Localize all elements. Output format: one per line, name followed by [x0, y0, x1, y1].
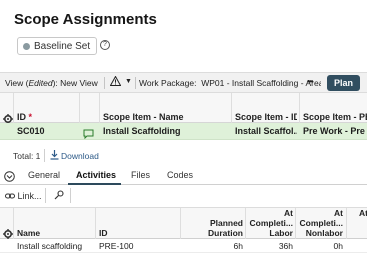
activities-toolbar: Link...	[0, 185, 367, 207]
cell-nonlabor: 0h	[333, 241, 343, 251]
work-package-selector[interactable]: Work Package: WP01 - Install Scaffolding…	[139, 78, 321, 88]
column-header-extra-line1[interactable]: At	[359, 208, 367, 218]
plan-button[interactable]: Plan	[327, 75, 360, 91]
column-header-id[interactable]: ID *	[17, 112, 32, 122]
column-header-nonlabor-line1[interactable]: At	[297, 208, 343, 218]
view-prefix: View (	[5, 78, 29, 88]
column-divider	[99, 93, 100, 123]
column-header-scope-item-pbs[interactable]: Scope Item - PBS	[303, 112, 367, 122]
footer-divider	[44, 149, 45, 162]
grid-toolbar: View (Edited): New View ▼ Work Package: …	[0, 72, 367, 93]
column-header-id-label: ID	[17, 112, 26, 122]
column-header-labor-line3[interactable]: Labor	[249, 228, 293, 238]
warning-icon[interactable]	[109, 75, 122, 89]
cell-activity-id: PRE-100	[99, 241, 134, 251]
column-divider	[231, 93, 232, 123]
cell-labor: 36h	[278, 241, 293, 251]
cell-scope-item-name: Install Scaffolding	[103, 126, 181, 136]
column-divider	[95, 208, 96, 239]
more-options-icon[interactable]: •••	[307, 77, 313, 86]
column-divider	[180, 208, 181, 239]
activities-grid-header: Name ID Planned Duration At Completi... …	[0, 207, 367, 239]
column-header-labor-line2[interactable]: Completi...	[249, 218, 293, 228]
column-divider	[79, 93, 80, 123]
status-dot-icon	[23, 42, 30, 50]
baseline-set-button[interactable]: Baseline Set	[17, 37, 98, 55]
column-header-planned-line2[interactable]: Duration	[184, 228, 243, 238]
tab-codes[interactable]: Codes	[167, 170, 193, 180]
tab-files[interactable]: Files	[131, 170, 150, 180]
required-indicator: *	[28, 112, 33, 122]
work-package-value: WP01 - Install Scaffolding - Area	[201, 78, 321, 88]
detail-tabs: General Activities Files Codes	[0, 165, 367, 185]
cell-scope-item-id: Install Scaffol...	[235, 126, 297, 136]
chevron-down-icon[interactable]: ▼	[125, 78, 132, 85]
view-selector[interactable]: View (Edited): New View	[5, 78, 98, 88]
column-header-planned-line1[interactable]: Planned	[184, 218, 243, 228]
page-title: Scope Assignments	[14, 11, 157, 28]
column-divider	[295, 208, 296, 239]
toolbar-divider	[135, 77, 136, 89]
column-header-nonlabor-line2[interactable]: Completi...	[297, 218, 343, 228]
column-header-labor-line1[interactable]: At	[249, 208, 293, 218]
column-divider	[245, 208, 246, 239]
grid-header: ID * Scope Item - Name Scope Item - ID S…	[0, 93, 367, 124]
download-icon[interactable]	[50, 150, 59, 162]
cell-planned-duration: 6h	[233, 241, 243, 251]
help-icon[interactable]: ?	[100, 40, 110, 50]
cell-scope-item-pbs: Pre Work - Pre Wo	[303, 126, 367, 136]
link-button[interactable]: Link...	[5, 191, 42, 201]
column-divider	[13, 93, 14, 123]
total-count: Total: 1	[13, 151, 41, 161]
toolbar-divider	[70, 188, 71, 203]
column-header-nonlabor-line3[interactable]: Nonlabor	[297, 228, 343, 238]
pin-icon[interactable]	[54, 190, 64, 202]
toolbar-divider	[45, 188, 46, 203]
cell-id: SC010	[17, 126, 45, 136]
view-edited-label: Edited	[28, 78, 53, 88]
toolbar-divider	[104, 77, 105, 89]
work-package-label: Work Package:	[139, 78, 197, 88]
column-header-scope-item-id[interactable]: Scope Item - ID	[235, 112, 297, 122]
column-header-scope-item-name[interactable]: Scope Item - Name	[103, 112, 229, 122]
column-header-name[interactable]: Name	[17, 228, 40, 238]
download-link[interactable]: Download	[61, 151, 99, 161]
column-divider	[13, 208, 14, 239]
table-row[interactable]: Install scaffolding PRE-100 6h 36h 0h	[0, 239, 367, 253]
comment-icon[interactable]	[83, 126, 94, 144]
tab-general[interactable]: General	[28, 170, 60, 180]
view-suffix: ): New View	[52, 78, 98, 88]
cell-activity-name: Install scaffolding	[17, 241, 83, 251]
tab-activities[interactable]: Activities	[76, 170, 116, 180]
link-button-label: Link...	[17, 191, 42, 201]
column-divider	[299, 93, 300, 123]
baseline-set-label: Baseline Set	[34, 40, 91, 52]
column-header-activity-id[interactable]: ID	[99, 228, 108, 238]
column-divider	[346, 208, 347, 239]
table-row[interactable]: SC010 Install Scaffolding Install Scaffo…	[0, 123, 367, 140]
